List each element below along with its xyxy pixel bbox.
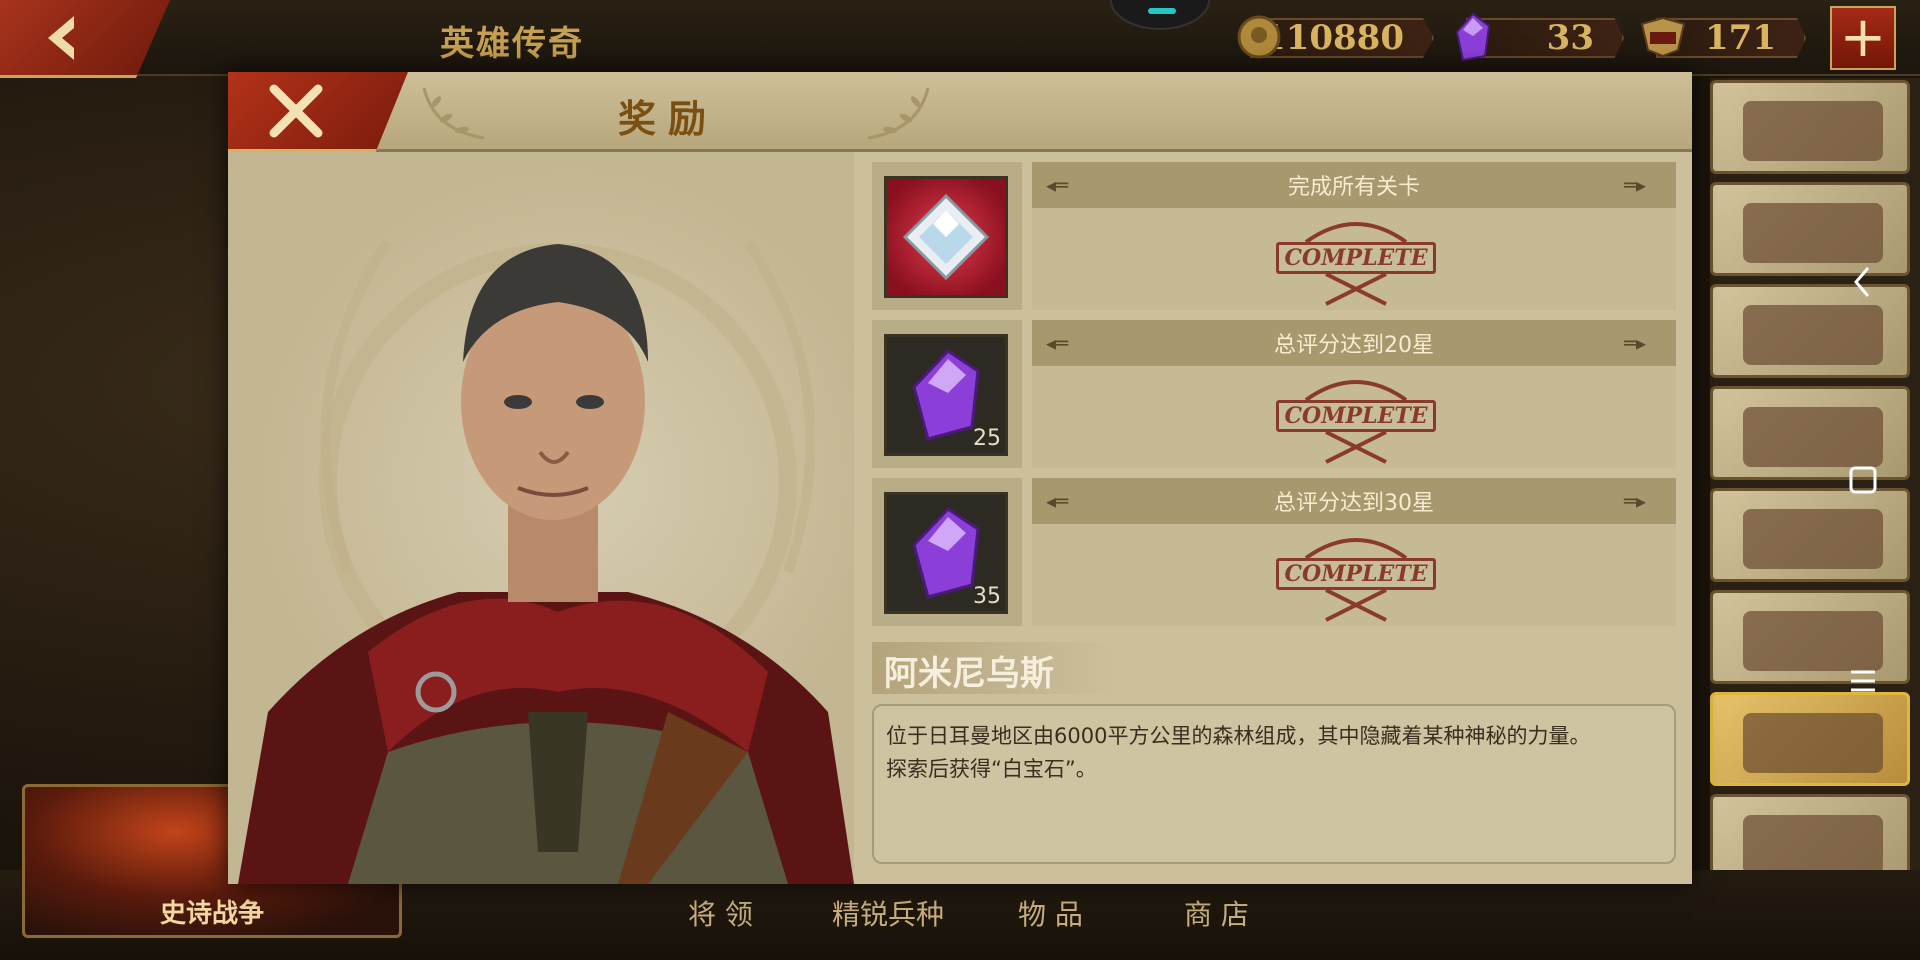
purple-gem-icon bbox=[1448, 12, 1498, 62]
nav-elite-troops[interactable]: 精锐兵种 bbox=[832, 893, 944, 933]
ornament-right-icon: ═▸ bbox=[1624, 489, 1647, 513]
complete-stamp: COMPLETE bbox=[1276, 212, 1436, 308]
menu-icon bbox=[1851, 670, 1875, 692]
reward-body: ◂═ 总评分达到20星 ═▸ COMPLETE bbox=[1032, 320, 1676, 468]
reward-icon-slot: 25 bbox=[872, 320, 1022, 468]
ornament-left-icon: ◂═ bbox=[1046, 173, 1069, 197]
building-item-selected[interactable] bbox=[1710, 692, 1910, 786]
building-icon bbox=[1743, 203, 1883, 263]
plus-icon: + bbox=[1839, 5, 1887, 70]
reward-count: 25 bbox=[973, 426, 1001, 451]
reward-condition-banner: ◂═ 总评分达到20星 ═▸ bbox=[1032, 320, 1676, 366]
reward-condition: 总评分达到30星 bbox=[1274, 491, 1434, 516]
complete-label: COMPLETE bbox=[1276, 558, 1436, 590]
reward-row: 35 ◂═ 总评分达到30星 ═▸ COMPLETE bbox=[872, 478, 1676, 626]
description-line: 位于日耳曼地区由6000平方公里的森林组成，其中隐藏着某种神秘的力量。 bbox=[886, 724, 1591, 748]
reward-row: 25 ◂═ 总评分达到20星 ═▸ COMPLETE bbox=[872, 320, 1676, 468]
building-icon bbox=[1743, 407, 1883, 467]
building-icon bbox=[1743, 815, 1883, 875]
reward-body: ◂═ 总评分达到30星 ═▸ COMPLETE bbox=[1032, 478, 1676, 626]
hero-name: 阿米尼乌斯 bbox=[884, 654, 1054, 694]
building-item[interactable] bbox=[1710, 488, 1910, 582]
building-item[interactable] bbox=[1710, 590, 1910, 684]
rewards-modal: 奖励 ◂═ 完成所有关卡 ═▸ COMPLETE 25 ◂═ 总评分达到20星 … bbox=[228, 72, 1692, 884]
laurel-right-icon bbox=[867, 87, 930, 140]
chevron-left-icon bbox=[1854, 267, 1870, 297]
hero-portrait-image bbox=[238, 239, 854, 884]
building-icon bbox=[1743, 305, 1883, 365]
reward-icon-slot: 35 bbox=[872, 478, 1022, 626]
gem-count: 33 bbox=[1546, 18, 1594, 58]
complete-label: COMPLETE bbox=[1276, 400, 1436, 432]
nav-menu-button[interactable] bbox=[1848, 666, 1878, 700]
complete-stamp: COMPLETE bbox=[1276, 528, 1436, 624]
coin-icon bbox=[1234, 12, 1284, 62]
modal-header: 奖励 bbox=[228, 72, 1692, 152]
spqr-count: 171 bbox=[1705, 18, 1776, 58]
complete-stamp: COMPLETE bbox=[1276, 370, 1436, 466]
reward-body: ◂═ 完成所有关卡 ═▸ COMPLETE bbox=[1032, 162, 1676, 310]
nav-home-button[interactable] bbox=[1848, 464, 1878, 500]
back-arrow-icon bbox=[48, 15, 74, 60]
reward-condition-banner: ◂═ 总评分达到30星 ═▸ bbox=[1032, 478, 1676, 524]
reward-condition: 总评分达到20星 bbox=[1274, 333, 1434, 358]
epic-war-label[interactable]: 史诗战争 bbox=[160, 893, 264, 930]
reward-condition: 完成所有关卡 bbox=[1287, 175, 1420, 200]
description-line: 探索后获得“白宝石”。 bbox=[886, 757, 1097, 781]
forest-icon bbox=[1743, 713, 1883, 773]
nav-items[interactable]: 物 品 bbox=[1018, 893, 1083, 933]
building-icon bbox=[1743, 611, 1883, 671]
purple-gem-icon[interactable]: 35 bbox=[884, 492, 1008, 614]
ornament-left-icon: ◂═ bbox=[1046, 331, 1069, 355]
reward-row: ◂═ 完成所有关卡 ═▸ COMPLETE bbox=[872, 162, 1676, 310]
add-resource-button[interactable]: + bbox=[1830, 6, 1896, 70]
camera-notch bbox=[1110, 0, 1210, 30]
white-gemstone-icon[interactable] bbox=[884, 176, 1008, 298]
page-title: 英雄传奇 bbox=[440, 24, 584, 64]
square-icon bbox=[1849, 466, 1877, 494]
nav-generals[interactable]: 将 领 bbox=[688, 893, 753, 933]
top-bar: 英雄传奇 110880 33 171 + bbox=[0, 0, 1920, 78]
reward-condition-banner: ◂═ 完成所有关卡 ═▸ bbox=[1032, 162, 1676, 208]
purple-gem-icon[interactable]: 25 bbox=[884, 334, 1008, 456]
ornament-left-icon: ◂═ bbox=[1046, 489, 1069, 513]
ornament-right-icon: ═▸ bbox=[1624, 173, 1647, 197]
building-item[interactable] bbox=[1710, 284, 1910, 378]
complete-label: COMPLETE bbox=[1276, 242, 1436, 274]
nav-back-button[interactable] bbox=[1848, 262, 1878, 306]
building-icon bbox=[1743, 101, 1883, 161]
building-icon bbox=[1743, 509, 1883, 569]
ornament-right-icon: ═▸ bbox=[1624, 331, 1647, 355]
back-button[interactable] bbox=[0, 0, 170, 78]
hero-description: 位于日耳曼地区由6000平方公里的森林组成，其中隐藏着某种神秘的力量。 探索后获… bbox=[872, 704, 1676, 864]
hero-portrait bbox=[228, 152, 854, 884]
reward-icon-slot bbox=[872, 162, 1022, 310]
building-item[interactable] bbox=[1710, 80, 1910, 174]
building-item[interactable] bbox=[1710, 386, 1910, 480]
nav-shop[interactable]: 商 店 bbox=[1184, 893, 1249, 933]
modal-title: 奖励 bbox=[617, 96, 718, 141]
building-list bbox=[1710, 78, 1920, 960]
reward-count: 35 bbox=[973, 584, 1001, 609]
building-item[interactable] bbox=[1710, 182, 1910, 276]
spqr-eagle-icon bbox=[1638, 12, 1688, 62]
